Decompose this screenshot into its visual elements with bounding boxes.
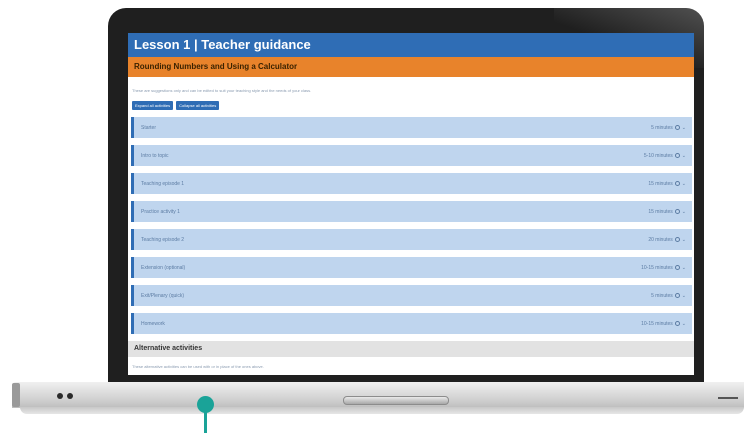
activity-duration: 15 minutes — [648, 208, 673, 215]
alternative-activities-heading: Alternative activities — [128, 341, 694, 357]
activity-duration: 10-15 minutes — [641, 264, 673, 271]
activity-row-extension[interactable]: Extension (optional) 10-15 minutes ⌄ — [131, 257, 692, 278]
clock-icon — [674, 237, 680, 242]
chevron-down-icon[interactable]: ⌄ — [682, 237, 686, 243]
activity-duration-group: 10-15 minutes ⌄ — [641, 321, 686, 327]
activity-duration-group: 15 minutes ⌄ — [648, 209, 686, 215]
activity-row-teaching-2[interactable]: Teaching episode 2 20 minutes ⌄ — [131, 229, 692, 250]
clock-icon — [674, 265, 680, 270]
activity-duration: 5-10 minutes — [643, 152, 673, 159]
chevron-down-icon[interactable]: ⌄ — [682, 153, 686, 159]
activity-name: Extension (optional) — [141, 264, 186, 271]
laptop-screen: Lesson 1 | Teacher guidance Rounding Num… — [128, 33, 694, 375]
clock-icon — [674, 293, 680, 298]
activity-duration: 5 minutes — [651, 292, 673, 299]
port-line — [718, 397, 738, 399]
location-pin-stem — [204, 410, 207, 433]
chevron-down-icon[interactable]: ⌄ — [682, 125, 686, 131]
activity-name: Teaching episode 2 — [141, 236, 185, 243]
page-title: Lesson 1 | Teacher guidance — [128, 33, 694, 57]
activity-duration-group: 5-10 minutes ⌄ — [644, 153, 686, 159]
activity-name: Starter — [141, 124, 157, 131]
lid-opening-notch — [343, 396, 449, 405]
activity-row-teaching-1[interactable]: Teaching episode 1 15 minutes ⌄ — [131, 173, 692, 194]
clock-icon — [674, 125, 680, 130]
laptop-base-lip — [20, 407, 744, 414]
page-subtitle: Rounding Numbers and Using a Calculator — [128, 57, 694, 77]
activity-duration: 5 minutes — [651, 124, 673, 131]
activity-duration: 10-15 minutes — [641, 320, 673, 327]
chevron-down-icon[interactable]: ⌄ — [682, 293, 686, 299]
activity-duration-group: 10-15 minutes ⌄ — [641, 265, 686, 271]
activity-row-homework[interactable]: Homework 10-15 minutes ⌄ — [131, 313, 692, 334]
activity-name: Intro to topic — [141, 152, 169, 159]
chevron-down-icon[interactable]: ⌄ — [682, 265, 686, 271]
activity-duration-group: 15 minutes ⌄ — [648, 181, 686, 187]
activity-duration-group: 5 minutes ⌄ — [651, 293, 686, 299]
activity-row-intro[interactable]: Intro to topic 5-10 minutes ⌄ — [131, 145, 692, 166]
clock-icon — [674, 153, 680, 158]
activity-row-practice-1[interactable]: Practice activity 1 15 minutes ⌄ — [131, 201, 692, 222]
expand-collapse-buttons: Expand all activities Collapse all activ… — [132, 101, 694, 111]
indicator-light — [57, 393, 63, 399]
expand-all-button[interactable]: Expand all activities — [132, 101, 174, 110]
chevron-down-icon[interactable]: ⌄ — [682, 181, 686, 187]
chevron-down-icon[interactable]: ⌄ — [682, 321, 686, 327]
clock-icon — [674, 321, 680, 326]
activity-name: Teaching episode 1 — [141, 180, 185, 187]
chevron-down-icon[interactable]: ⌄ — [682, 209, 686, 215]
activity-row-starter[interactable]: Starter 5 minutes ⌄ — [131, 117, 692, 138]
activity-list: Starter 5 minutes ⌄ Intro to topic 5-10 … — [128, 117, 694, 334]
activity-duration-group: 5 minutes ⌄ — [651, 125, 686, 131]
activity-name: Homework — [141, 320, 165, 327]
activity-name: Exit/Plenary (quick) — [141, 292, 185, 299]
collapse-all-button[interactable]: Collapse all activities — [176, 101, 220, 110]
activity-duration: 20 minutes — [648, 236, 673, 243]
activity-duration: 15 minutes — [648, 180, 673, 187]
intro-text: These are suggestions only and can be ed… — [132, 88, 312, 93]
activity-row-plenary[interactable]: Exit/Plenary (quick) 5 minutes ⌄ — [131, 285, 692, 306]
clock-icon — [674, 209, 680, 214]
activity-duration-group: 20 minutes ⌄ — [648, 237, 686, 243]
laptop-base-edge — [12, 383, 20, 407]
indicator-light — [67, 393, 73, 399]
clock-icon — [674, 181, 680, 186]
activity-name: Practice activity 1 — [141, 208, 180, 215]
alternative-activities-text: These alternative activities can be used… — [132, 364, 264, 369]
